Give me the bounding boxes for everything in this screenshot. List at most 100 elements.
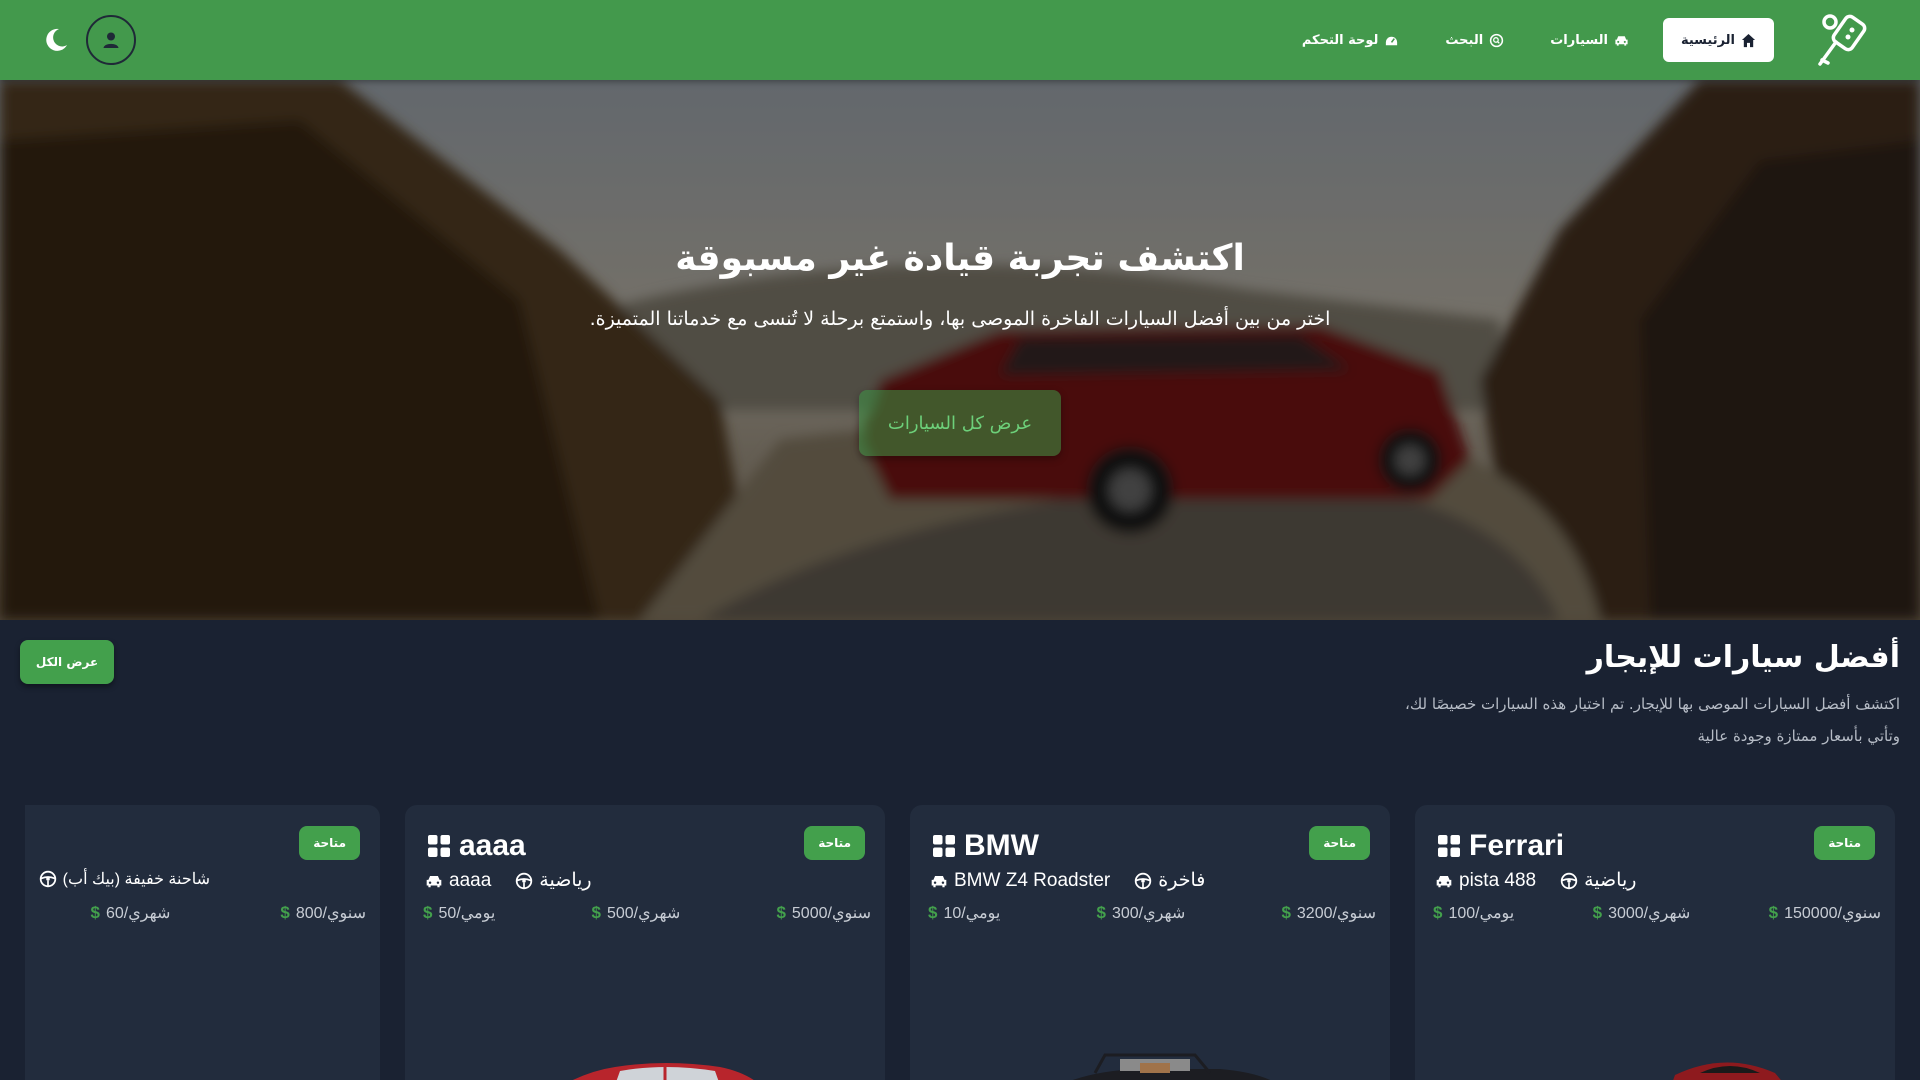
- section-title: أفضل سيارات للإيجار: [1586, 640, 1900, 675]
- dollar-icon: $: [1096, 903, 1106, 922]
- home-icon: [1741, 33, 1756, 47]
- car-meta: aaaa رياضية: [425, 869, 592, 892]
- daily-price: $50/يومي: [423, 903, 495, 923]
- hero-subtitle: اختر من بين أفضل السيارات الفاخرة الموصى…: [589, 308, 1331, 330]
- status-badge: متاحة: [299, 826, 360, 860]
- car-meta: شاحنة خفيفة (بيك أب): [39, 869, 210, 889]
- main-nav: الرئيسية السيارات البحث لوحة التحكم: [1290, 18, 1774, 62]
- monthly-price-value: 60/شهري: [105, 905, 171, 922]
- monthly-price-value: 300/شهري: [1111, 905, 1186, 922]
- car-prices: $10/يومي $300/شهري $3200/سنوي: [928, 903, 1376, 923]
- car-card-pickup[interactable]: متاحة an شاحنة خفيفة (بيك أب) $60/شهري $…: [25, 805, 380, 1080]
- car-category: فاخرة: [1134, 869, 1205, 892]
- car-category: شاحنة خفيفة (بيك أب): [39, 869, 210, 889]
- car-brand: Ferrari: [1469, 829, 1565, 862]
- car-card-title: aaaa: [427, 829, 526, 863]
- car-category: رياضية: [515, 869, 592, 892]
- moon-icon: [46, 28, 67, 51]
- car-brand: aaaa: [459, 829, 526, 862]
- dollar-icon: $: [90, 903, 100, 922]
- dollar-icon: $: [1281, 903, 1291, 922]
- car-icon: [1436, 875, 1452, 887]
- car-model-label: aaaa: [449, 869, 492, 891]
- grid-icon: [1438, 835, 1460, 857]
- status-badge: متاحة: [804, 826, 865, 860]
- hero-title: اكتشف تجربة قيادة غير مسبوقة: [675, 238, 1245, 279]
- car-card-aaaa[interactable]: متاحة aaaa aaaa رياضية $50/يومي $500/شهر…: [405, 805, 885, 1080]
- steering-wheel-icon: [516, 872, 533, 889]
- status-badge: متاحة: [1814, 826, 1875, 860]
- car-image: [572, 1063, 754, 1080]
- user-icon: [103, 32, 119, 48]
- section-description-line-1: اكتشف أفضل السيارات الموصى بها للإيجار. …: [1405, 695, 1900, 713]
- dollar-icon: $: [591, 903, 601, 922]
- section-description-line-2: وتأتي بأسعار ممتازة وجودة عالية: [1697, 727, 1900, 745]
- car-category: رياضية: [1560, 869, 1636, 892]
- car-image: [1673, 1062, 1781, 1080]
- dollar-icon: $: [1592, 903, 1603, 922]
- view-all-cars-button[interactable]: عرض كل السيارات: [859, 390, 1061, 456]
- monthly-price: $300/شهري: [1097, 903, 1186, 923]
- dollar-icon: $: [423, 903, 433, 922]
- car-category-label: فاخرة: [1158, 870, 1206, 891]
- nav-dashboard[interactable]: لوحة التحكم: [1290, 18, 1412, 62]
- monthly-price: $500/شهري: [592, 903, 681, 923]
- grid-icon: [428, 835, 450, 857]
- theme-toggle-button[interactable]: [40, 24, 72, 56]
- dashboard-icon: [1386, 36, 1398, 45]
- nav-cars-label: السيارات: [1550, 32, 1608, 48]
- yearly-price: $3200/سنوي: [1281, 903, 1376, 923]
- car-model: pista 488: [1435, 870, 1536, 892]
- user-account-button[interactable]: [86, 15, 136, 65]
- car-card-bmw[interactable]: متاحة BMW BMW Z4 Roadster فاخرة $10/يومي…: [910, 805, 1390, 1080]
- yearly-price-value: 150000/سنوي: [1784, 905, 1881, 922]
- car-model-label: BMW Z4 Roadster: [954, 869, 1111, 891]
- car-prices: $50/يومي $500/شهري $5000/سنوي: [423, 903, 871, 923]
- car-icon: [1615, 35, 1628, 46]
- car-meta: pista 488 رياضية: [1435, 869, 1636, 892]
- dollar-icon: $: [280, 903, 290, 922]
- car-keys-icon[interactable]: [1808, 10, 1872, 70]
- car-card-ferrari[interactable]: متاحة Ferrari pista 488 رياضية $100/يومي…: [1415, 805, 1895, 1080]
- steering-wheel-icon: [1135, 872, 1152, 889]
- daily-price-value: 50/يومي: [438, 905, 496, 922]
- dollar-icon: $: [1433, 903, 1443, 922]
- yearly-price: $5000/سنوي: [776, 903, 871, 923]
- nav-search-label: البحث: [1445, 32, 1484, 48]
- section-description: اكتشف أفضل السيارات الموصى بها للإيجار. …: [1340, 688, 1900, 752]
- nav-home-label: الرئيسية: [1680, 32, 1735, 48]
- daily-price: $10/يومي: [928, 903, 1000, 923]
- daily-price-value: 100/يومي: [1448, 905, 1515, 922]
- nav-cars[interactable]: السيارات: [1538, 18, 1641, 62]
- dollar-icon: $: [776, 903, 786, 922]
- yearly-price-value: 800/سنوي: [295, 905, 366, 922]
- search-icon: [1490, 33, 1504, 47]
- car-cards-carousel: متاحة Ferrari pista 488 رياضية $100/يومي…: [25, 805, 1920, 1080]
- steering-wheel-icon: [39, 870, 56, 888]
- car-category-label: رياضية: [539, 870, 592, 891]
- yearly-price-value: 3200/سنوي: [1296, 905, 1376, 922]
- car-category-label: شاحنة خفيفة (بيك أب): [62, 871, 210, 888]
- car-prices: $100/يومي $3000/شهري $150000/سنوي: [1433, 903, 1881, 923]
- dollar-icon: $: [928, 903, 938, 922]
- top-navbar: الرئيسية السيارات البحث لوحة التحكم: [0, 0, 1920, 80]
- daily-price: $100/يومي: [1433, 903, 1514, 923]
- monthly-price: $60/شهري: [91, 903, 171, 923]
- car-model: aaaa: [425, 870, 491, 892]
- daily-price-value: 10/يومي: [943, 905, 1001, 922]
- car-brand: BMW: [964, 829, 1039, 862]
- car-image: [1072, 1053, 1271, 1080]
- view-all-button[interactable]: عرض الكل: [20, 640, 114, 684]
- yearly-price: $800/سنوي: [280, 903, 366, 923]
- yearly-price: $150000/سنوي: [1769, 903, 1881, 923]
- car-icon: [931, 875, 947, 887]
- car-meta: BMW Z4 Roadster فاخرة: [930, 869, 1205, 892]
- car-category-label: رياضية: [1584, 870, 1637, 891]
- dollar-icon: $: [1768, 903, 1779, 922]
- status-badge: متاحة: [1309, 826, 1370, 860]
- car-model-label: pista 488: [1459, 869, 1537, 891]
- yearly-price-value: 5000/سنوي: [791, 905, 871, 922]
- steering-wheel-icon: [1560, 872, 1578, 889]
- nav-search[interactable]: البحث: [1433, 18, 1516, 62]
- nav-home[interactable]: الرئيسية: [1662, 18, 1774, 62]
